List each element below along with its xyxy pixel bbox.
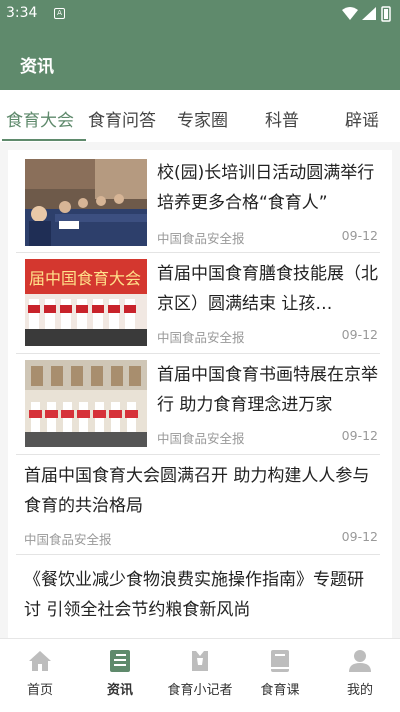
nav-mine[interactable]: 我的: [320, 639, 400, 712]
signal-icon: [362, 7, 376, 20]
news-date: 09-12: [341, 529, 378, 544]
tab-rumor-debunk[interactable]: 辟谣: [345, 106, 379, 131]
nav-little-reporter[interactable]: 食育小记者: [160, 639, 240, 712]
tab-expert-circle[interactable]: 专家圈: [177, 106, 228, 131]
news-source: 中国食品安全报: [157, 330, 245, 345]
news-card: 校(园)长培训日活动圆满举行培养更多合格“食育人” 中国食品安全报 09-12 …: [8, 150, 392, 638]
news-date: 09-12: [341, 428, 378, 443]
nav-label: 食育课: [260, 683, 300, 698]
news-date: 09-12: [341, 228, 378, 243]
news-thumbnail: 届中国食育大会: [25, 259, 147, 346]
news-source: 中国食品安全报: [157, 231, 245, 246]
nav-home[interactable]: 首页: [0, 639, 80, 712]
news-item[interactable]: 首届中国食育书画特展在京举行 助力食育理念进万家 中国食品安全报 09-12: [16, 354, 380, 455]
active-tab-indicator: [2, 139, 86, 141]
news-date: 09-12: [341, 327, 378, 342]
status-time: 3:34: [6, 5, 38, 21]
status-icons: [342, 6, 391, 22]
nav-label: 首页: [26, 683, 53, 698]
nav-label: 资讯: [106, 683, 133, 698]
tab-food-education-qa[interactable]: 食育问答: [88, 106, 156, 131]
notification-a-icon: A: [54, 8, 65, 19]
news-source: 中国食品安全报: [157, 431, 245, 446]
nav-label: 我的: [346, 683, 373, 698]
wifi-icon: [342, 7, 358, 20]
person-icon: [349, 650, 371, 672]
page-title: 资讯: [20, 57, 54, 77]
book-icon: [271, 650, 289, 672]
tab-science[interactable]: 科普: [265, 106, 299, 131]
thumbnail-banner-text: 届中国食育大会: [29, 269, 141, 288]
news-title[interactable]: 校(园)长培训日活动圆满举行培养更多合格“食育人”: [157, 158, 385, 218]
news-thumbnail: [25, 159, 147, 246]
news-item[interactable]: 《餐饮业减少食物浪费实施操作指南》专题研讨 引领全社会节约粮食新风尚: [16, 555, 380, 638]
news-thumbnail: [25, 360, 147, 447]
home-icon: [29, 651, 51, 671]
tab-food-education-conference[interactable]: 食育大会: [6, 106, 74, 131]
news-icon: [110, 650, 130, 672]
app-bar: 资讯: [0, 28, 400, 90]
news-item[interactable]: 校(园)长培训日活动圆满举行培养更多合格“食育人” 中国食品安全报 09-12: [16, 152, 380, 253]
nav-news[interactable]: 资讯: [80, 639, 160, 712]
nav-label: 食育小记者: [167, 683, 233, 698]
news-list[interactable]: 校(园)长培训日活动圆满举行培养更多合格“食育人” 中国食品安全报 09-12 …: [0, 142, 400, 638]
news-title[interactable]: 首届中国食育书画特展在京举行 助力食育理念进万家: [157, 360, 385, 420]
news-title[interactable]: 首届中国食育膳食技能展（北京区）圆满结束 让孩…: [157, 259, 385, 319]
news-item[interactable]: 首届中国食育大会圆满召开 助力构建人人参与食育的共治格局 中国食品安全报 09-…: [16, 455, 380, 555]
news-title[interactable]: 首届中国食育大会圆满召开 助力构建人人参与食育的共治格局: [24, 461, 380, 521]
news-source: 中国食品安全报: [24, 532, 112, 547]
nav-food-course[interactable]: 食育课: [240, 639, 320, 712]
bottom-navigation: 首页 资讯 食育小记者 食育课 我的: [0, 638, 400, 712]
category-tabs: 食育大会 食育问答 专家圈 科普 辟谣: [0, 90, 400, 142]
news-title[interactable]: 《餐饮业减少食物浪费实施操作指南》专题研讨 引领全社会节约粮食新风尚: [24, 565, 380, 625]
news-item[interactable]: 届中国食育大会 首届中国食育膳食技能展（北京区）圆满结束 让孩… 中国食品安全报…: [16, 253, 380, 354]
reporter-icon: [192, 651, 208, 671]
status-bar: 3:34 A: [0, 0, 400, 28]
